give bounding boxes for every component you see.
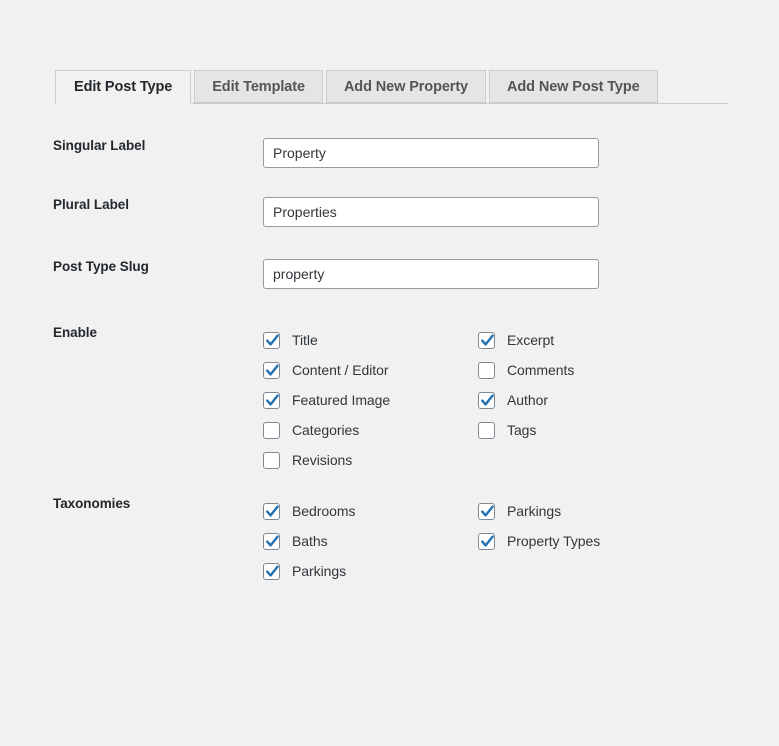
- tab-edit-post-type[interactable]: Edit Post Type: [55, 70, 192, 104]
- field-label-post-type-slug: Post Type Slug: [53, 259, 149, 274]
- checkbox-categories[interactable]: [263, 421, 280, 439]
- checkmark-icon: [481, 504, 494, 517]
- checkbox-label: Parkings: [507, 503, 562, 519]
- tab-label: Add New Post Type: [507, 78, 640, 95]
- tab-strip: Edit Post Type Edit Template Add New Prope…: [55, 70, 728, 104]
- checkbox-label: Categories: [292, 422, 360, 438]
- tab-add-new-post-type[interactable]: Add New Post Type: [489, 70, 658, 103]
- checkmark-icon: [266, 504, 279, 517]
- checkbox-label: Comments: [507, 362, 575, 378]
- checkbox-parkings[interactable]: [263, 562, 280, 580]
- taxonomies-checkbox-column-2: Parkings Property Types: [478, 496, 600, 556]
- checkmark-icon: [266, 534, 279, 547]
- checkmark-icon: [266, 363, 279, 376]
- checkmark-icon: [481, 333, 494, 346]
- checkbox-label: Title: [292, 332, 318, 348]
- tab-label: Add New Property: [343, 78, 469, 95]
- checkbox-label: Baths: [292, 533, 328, 549]
- checkbox-item[interactable]: Tags: [478, 415, 574, 445]
- checkbox-label: Tags: [507, 422, 537, 438]
- checkbox-label: Parkings: [292, 563, 347, 579]
- checkbox-item[interactable]: Title: [263, 325, 390, 355]
- checkmark-icon: [266, 393, 279, 406]
- settings-page: Edit Post Type Edit Template Add New Prope…: [0, 0, 779, 746]
- checkbox-label: Bedrooms: [292, 503, 356, 519]
- checkbox-item[interactable]: Comments: [478, 355, 574, 385]
- checkbox-parkings[interactable]: [478, 502, 495, 520]
- tab-label: Edit Template: [212, 78, 305, 95]
- checkbox-content-editor[interactable]: [263, 361, 280, 379]
- enable-checkbox-column-2: Excerpt Comments Author Tags: [478, 325, 574, 445]
- taxonomies-checkbox-column-1: Bedrooms Baths Parkings: [263, 496, 355, 586]
- tab-edit-template[interactable]: Edit Template: [194, 70, 323, 103]
- checkmark-icon: [481, 393, 494, 406]
- checkbox-author[interactable]: [478, 391, 495, 409]
- field-label-plural-label: Plural Label: [53, 197, 129, 212]
- field-label-singular-label: Singular Label: [53, 138, 146, 153]
- checkbox-item[interactable]: Excerpt: [478, 325, 574, 355]
- tab-label: Edit Post Type: [74, 79, 173, 95]
- checkbox-item[interactable]: Property Types: [478, 526, 600, 556]
- plural-label-input[interactable]: [263, 197, 599, 227]
- checkbox-item[interactable]: Featured Image: [263, 385, 390, 415]
- checkbox-revisions[interactable]: [263, 451, 280, 469]
- checkmark-icon: [266, 564, 279, 577]
- checkbox-item[interactable]: Author: [478, 385, 574, 415]
- checkbox-label: Property Types: [507, 533, 601, 549]
- checkbox-property-types[interactable]: [478, 532, 495, 550]
- checkbox-label: Featured Image: [292, 392, 391, 408]
- checkbox-label: Author: [507, 392, 548, 408]
- section-label-enable: Enable: [53, 325, 97, 340]
- checkbox-item[interactable]: Content / Editor: [263, 355, 390, 385]
- checkbox-item[interactable]: Parkings: [478, 496, 600, 526]
- checkbox-featured-image[interactable]: [263, 391, 280, 409]
- checkbox-bedrooms[interactable]: [263, 502, 280, 520]
- checkbox-item[interactable]: Baths: [263, 526, 355, 556]
- enable-checkbox-column-1: Title Content / Editor Featured Image Categ…: [263, 325, 390, 475]
- section-label-taxonomies: Taxonomies: [53, 496, 131, 511]
- checkbox-label: Excerpt: [507, 332, 555, 348]
- checkbox-excerpt[interactable]: [478, 331, 495, 349]
- checkbox-label: Content / Editor: [292, 362, 389, 378]
- checkbox-title[interactable]: [263, 331, 280, 349]
- post-type-slug-input[interactable]: [263, 259, 599, 289]
- checkmark-icon: [481, 534, 494, 547]
- checkbox-item[interactable]: Revisions: [263, 445, 390, 475]
- checkbox-item[interactable]: Bedrooms: [263, 496, 355, 526]
- singular-label-input[interactable]: [263, 138, 599, 168]
- checkbox-item[interactable]: Categories: [263, 415, 390, 445]
- tab-add-new-property[interactable]: Add New Property: [325, 70, 487, 103]
- checkbox-item[interactable]: Parkings: [263, 556, 355, 586]
- checkbox-baths[interactable]: [263, 532, 280, 550]
- checkbox-tags[interactable]: [478, 421, 495, 439]
- checkbox-comments[interactable]: [478, 361, 495, 379]
- checkbox-label: Revisions: [292, 452, 353, 468]
- checkmark-icon: [266, 333, 279, 346]
